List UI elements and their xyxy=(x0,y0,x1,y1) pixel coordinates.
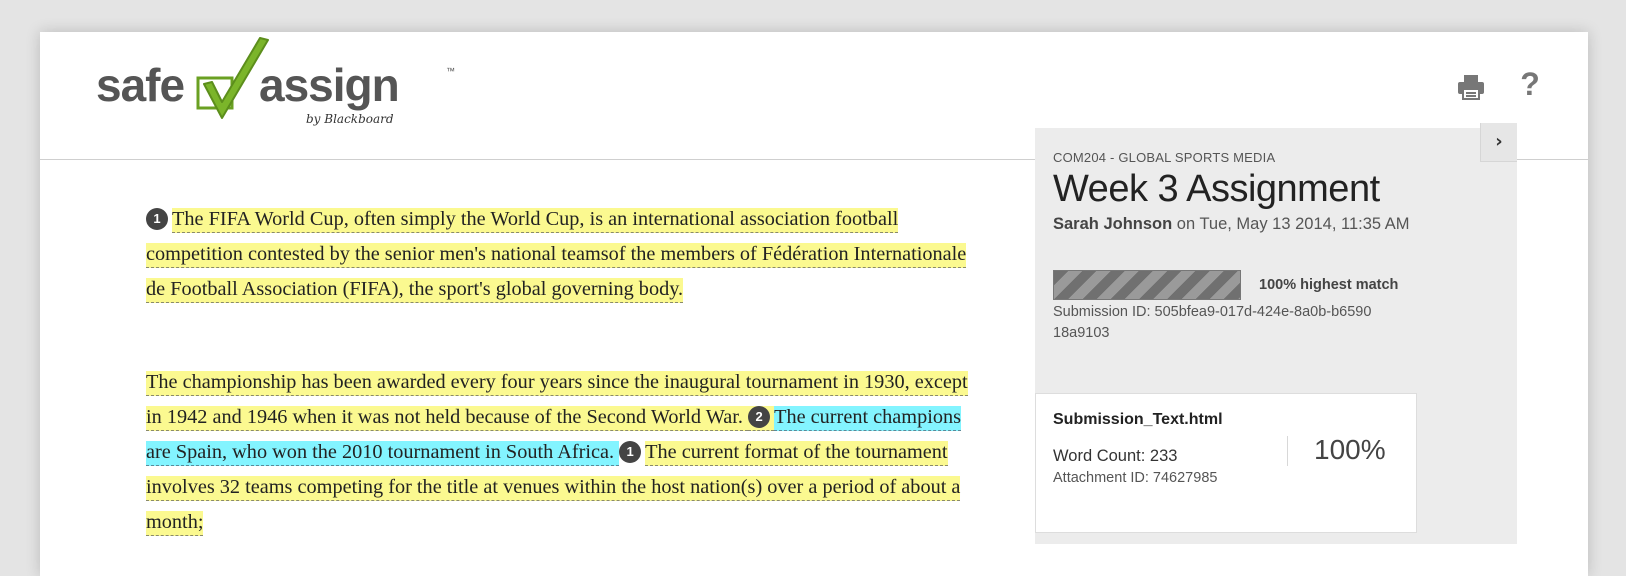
submission-id: Submission ID: 505bfea9-017d-424e-8a0b-b… xyxy=(1053,304,1372,341)
logo-word-assign: assign xyxy=(259,59,400,111)
document-paragraph-1: 1 The FIFA World Cup, often simply the Wo… xyxy=(146,202,976,307)
assignment-title: Week 3 Assignment xyxy=(1053,168,1380,210)
print-button[interactable] xyxy=(1456,72,1486,102)
course-name: COM204 - GLOBAL SPORTS MEDIA xyxy=(1053,150,1276,165)
match-progress-fill xyxy=(1054,271,1240,299)
match-marker-1[interactable]: 1 xyxy=(146,208,168,230)
attachment-card[interactable]: Submission_Text.html Word Count: 233 Att… xyxy=(1035,393,1417,533)
help-button[interactable]: ? xyxy=(1516,66,1544,102)
document-paragraph-2: The championship has been awarded every … xyxy=(146,365,976,540)
match-marker-2[interactable]: 2 xyxy=(748,406,771,428)
submission-info: Sarah Johnson on Tue, May 13 2014, 11:35… xyxy=(1053,212,1423,236)
match-marker-wrapper: 2 xyxy=(748,406,775,431)
safeassign-logo: safe assign ™ by Blackboard xyxy=(96,36,455,136)
attachment-filename: Submission_Text.html xyxy=(1053,411,1223,428)
attachment-id: Attachment ID: 74627985 xyxy=(1053,470,1218,486)
submitted-prefix: on xyxy=(1172,215,1200,233)
student-name: Sarah Johnson xyxy=(1053,215,1173,233)
match-progress-bar xyxy=(1053,270,1241,300)
document-pane: 1 The FIFA World Cup, often simply the Wo… xyxy=(40,160,1074,576)
match-marker-1[interactable]: 1 xyxy=(619,441,642,463)
chevron-right-icon: › xyxy=(1495,131,1503,152)
attachment-match-percent: 100% xyxy=(1314,434,1386,465)
highlighted-match-source-1[interactable]: The FIFA World Cup, often simply the Wor… xyxy=(146,208,967,303)
word-count: Word Count: 233 xyxy=(1053,447,1178,465)
highest-match-label: 100% highest match xyxy=(1259,277,1399,293)
logo-word-safe: safe xyxy=(96,59,185,111)
printer-icon xyxy=(1458,75,1484,100)
divider xyxy=(1287,436,1288,466)
logo-trademark: ™ xyxy=(446,66,455,76)
submission-date: Tue, May 13 2014, 11:35 AM xyxy=(1199,215,1410,233)
logo-byline: by Blackboard xyxy=(306,112,394,126)
collapse-sidebar-button[interactable]: › xyxy=(1480,123,1517,162)
